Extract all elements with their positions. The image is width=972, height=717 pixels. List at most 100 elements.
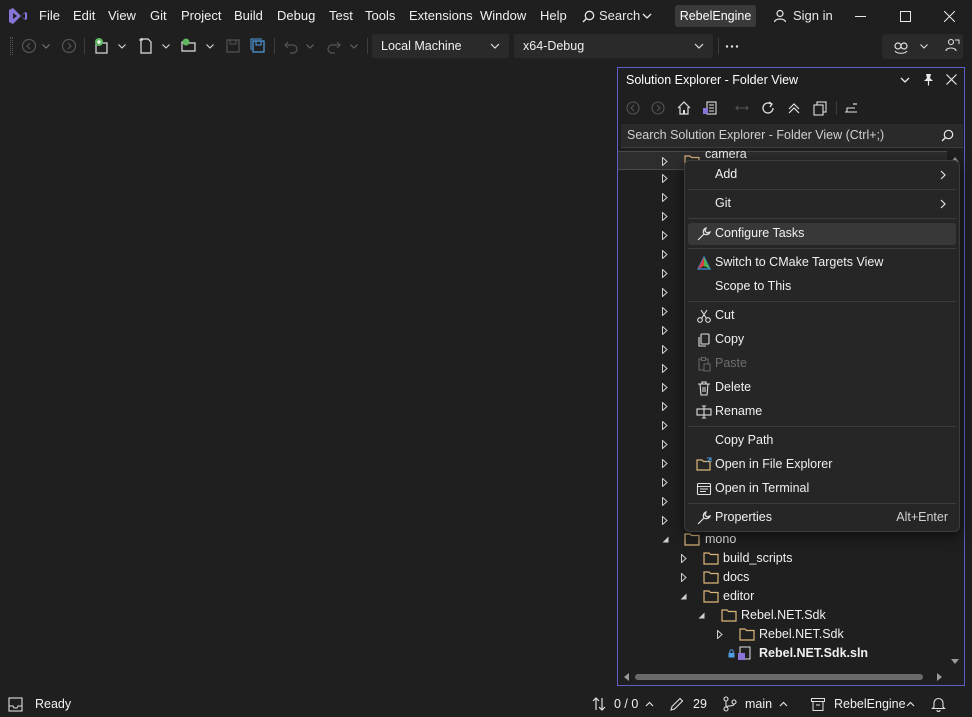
- toolbar-grip[interactable]: [10, 37, 13, 55]
- expand-arrow-icon[interactable]: [662, 288, 668, 297]
- minimize-button[interactable]: [838, 0, 882, 32]
- chevron-down-icon[interactable]: [118, 44, 126, 49]
- pencil-icon[interactable]: [669, 697, 684, 712]
- menu-item-scope-to-this[interactable]: Scope to This: [688, 276, 956, 298]
- sync-with-document-icon[interactable]: [734, 100, 750, 116]
- back-icon[interactable]: [625, 100, 641, 116]
- maximize-button[interactable]: [883, 0, 927, 32]
- menu-item-paste[interactable]: Paste: [688, 353, 956, 375]
- new-file-icon[interactable]: [137, 37, 155, 55]
- menu-window[interactable]: Window: [480, 8, 526, 23]
- chevron-down-icon[interactable]: [900, 77, 910, 83]
- menu-item-open-in-terminal[interactable]: Open in Terminal: [688, 478, 956, 500]
- close-icon[interactable]: [946, 74, 957, 85]
- undo-icon[interactable]: [282, 37, 300, 55]
- home-icon[interactable]: [676, 100, 692, 116]
- project-badge[interactable]: RebelEngine: [675, 5, 756, 27]
- debug-target-dropdown[interactable]: Local Machine: [372, 34, 509, 58]
- menu-build[interactable]: Build: [234, 8, 263, 23]
- menu-view[interactable]: View: [108, 8, 136, 23]
- expand-arrow-icon[interactable]: [662, 269, 668, 278]
- tree-item-docs[interactable]: docs: [618, 568, 948, 587]
- chevron-down-icon[interactable]: [920, 44, 928, 49]
- menu-item-switch-cmake[interactable]: Switch to CMake Targets View: [688, 252, 956, 274]
- git-branch-icon[interactable]: [722, 696, 738, 712]
- expanded-arrow-icon[interactable]: [698, 612, 705, 619]
- tree-item-rebel-net-sdk-subfolder[interactable]: Rebel.NET.Sdk: [618, 625, 948, 644]
- menu-help[interactable]: Help: [540, 8, 567, 23]
- menu-item-copy[interactable]: Copy: [688, 329, 956, 351]
- menu-item-open-in-file-explorer[interactable]: Open in File Explorer: [688, 454, 956, 476]
- expand-arrow-icon[interactable]: [717, 630, 723, 639]
- copilot-icon[interactable]: [892, 37, 910, 55]
- switch-views-icon[interactable]: [702, 100, 718, 116]
- solution-explorer-search-input[interactable]: Search Solution Explorer - Folder View (…: [621, 124, 963, 148]
- menu-item-copy-path[interactable]: Copy Path: [688, 430, 956, 452]
- refresh-icon[interactable]: [760, 100, 776, 116]
- scroll-thumb[interactable]: [635, 674, 923, 680]
- chevron-up-icon[interactable]: [906, 701, 915, 707]
- chevron-down-icon[interactable]: [206, 44, 214, 49]
- expand-arrow-icon[interactable]: [662, 402, 668, 411]
- menu-item-git[interactable]: Git: [688, 193, 956, 215]
- expand-arrow-icon[interactable]: [662, 193, 668, 202]
- configuration-dropdown[interactable]: x64-Debug: [514, 34, 713, 58]
- menu-item-rename[interactable]: Rename: [688, 401, 956, 423]
- chevron-down-icon[interactable]: [350, 44, 358, 49]
- visual-studio-logo-icon[interactable]: [7, 6, 29, 26]
- tree-item-build-scripts[interactable]: build_scripts: [618, 549, 948, 568]
- tree-item-editor[interactable]: editor: [618, 587, 948, 606]
- output-status-icon[interactable]: [8, 697, 23, 712]
- save-icon[interactable]: [224, 37, 242, 55]
- expand-arrow-icon[interactable]: [662, 516, 668, 525]
- expand-arrow-icon[interactable]: [662, 326, 668, 335]
- chevron-up-icon[interactable]: [779, 701, 788, 707]
- new-project-icon[interactable]: [93, 37, 111, 55]
- properties-wrench-icon[interactable]: [843, 100, 859, 116]
- menu-item-cut[interactable]: Cut: [688, 305, 956, 327]
- expand-arrow-icon[interactable]: [662, 157, 668, 166]
- expand-arrow-icon[interactable]: [662, 497, 668, 506]
- menu-git[interactable]: Git: [150, 8, 167, 23]
- search-box[interactable]: Search: [574, 4, 660, 28]
- expand-arrow-icon[interactable]: [662, 345, 668, 354]
- repository-icon[interactable]: [810, 696, 826, 712]
- sign-in-button[interactable]: Sign in: [765, 4, 835, 28]
- scroll-down-icon[interactable]: [951, 659, 959, 665]
- expand-arrow-icon[interactable]: [662, 383, 668, 392]
- expand-arrow-icon[interactable]: [662, 421, 668, 430]
- live-share-icon[interactable]: [943, 37, 961, 55]
- status-changes-count[interactable]: 29: [693, 697, 707, 711]
- menu-extensions[interactable]: Extensions: [409, 8, 473, 23]
- expand-arrow-icon[interactable]: [681, 573, 687, 582]
- menu-file[interactable]: File: [39, 8, 60, 23]
- expand-arrow-icon[interactable]: [662, 307, 668, 316]
- tree-item-rebel-net-sdk-sln[interactable]: Rebel.NET.Sdk.sln: [618, 644, 948, 663]
- show-all-files-icon[interactable]: [812, 100, 828, 116]
- expand-arrow-icon[interactable]: [681, 554, 687, 563]
- close-window-button[interactable]: [927, 0, 971, 32]
- navigate-back-icon[interactable]: [20, 37, 38, 55]
- chevron-down-icon[interactable]: [306, 44, 314, 49]
- scroll-right-icon[interactable]: [937, 673, 943, 681]
- menu-project[interactable]: Project: [181, 8, 221, 23]
- chevron-down-icon[interactable]: [42, 44, 50, 49]
- menu-item-delete[interactable]: Delete: [688, 377, 956, 399]
- forward-icon[interactable]: [650, 100, 666, 116]
- collapse-all-icon[interactable]: [786, 100, 802, 116]
- tree-item-rebel-net-sdk-folder[interactable]: Rebel.NET.Sdk: [618, 606, 948, 625]
- menu-test[interactable]: Test: [329, 8, 353, 23]
- chevron-down-icon[interactable]: [162, 44, 170, 49]
- expand-arrow-icon[interactable]: [662, 459, 668, 468]
- redo-icon[interactable]: [325, 37, 343, 55]
- status-sync-count[interactable]: 0 / 0: [614, 697, 638, 711]
- menu-edit[interactable]: Edit: [73, 8, 95, 23]
- menu-item-properties[interactable]: Properties Alt+Enter: [688, 507, 956, 529]
- menu-item-configure-tasks[interactable]: Configure Tasks: [688, 223, 956, 245]
- expanded-arrow-icon[interactable]: [662, 536, 669, 543]
- menu-tools[interactable]: Tools: [365, 8, 395, 23]
- navigate-forward-icon[interactable]: [60, 37, 78, 55]
- pin-icon[interactable]: [922, 73, 935, 86]
- open-folder-icon[interactable]: [180, 37, 198, 55]
- tree-item-mono[interactable]: mono: [618, 530, 948, 549]
